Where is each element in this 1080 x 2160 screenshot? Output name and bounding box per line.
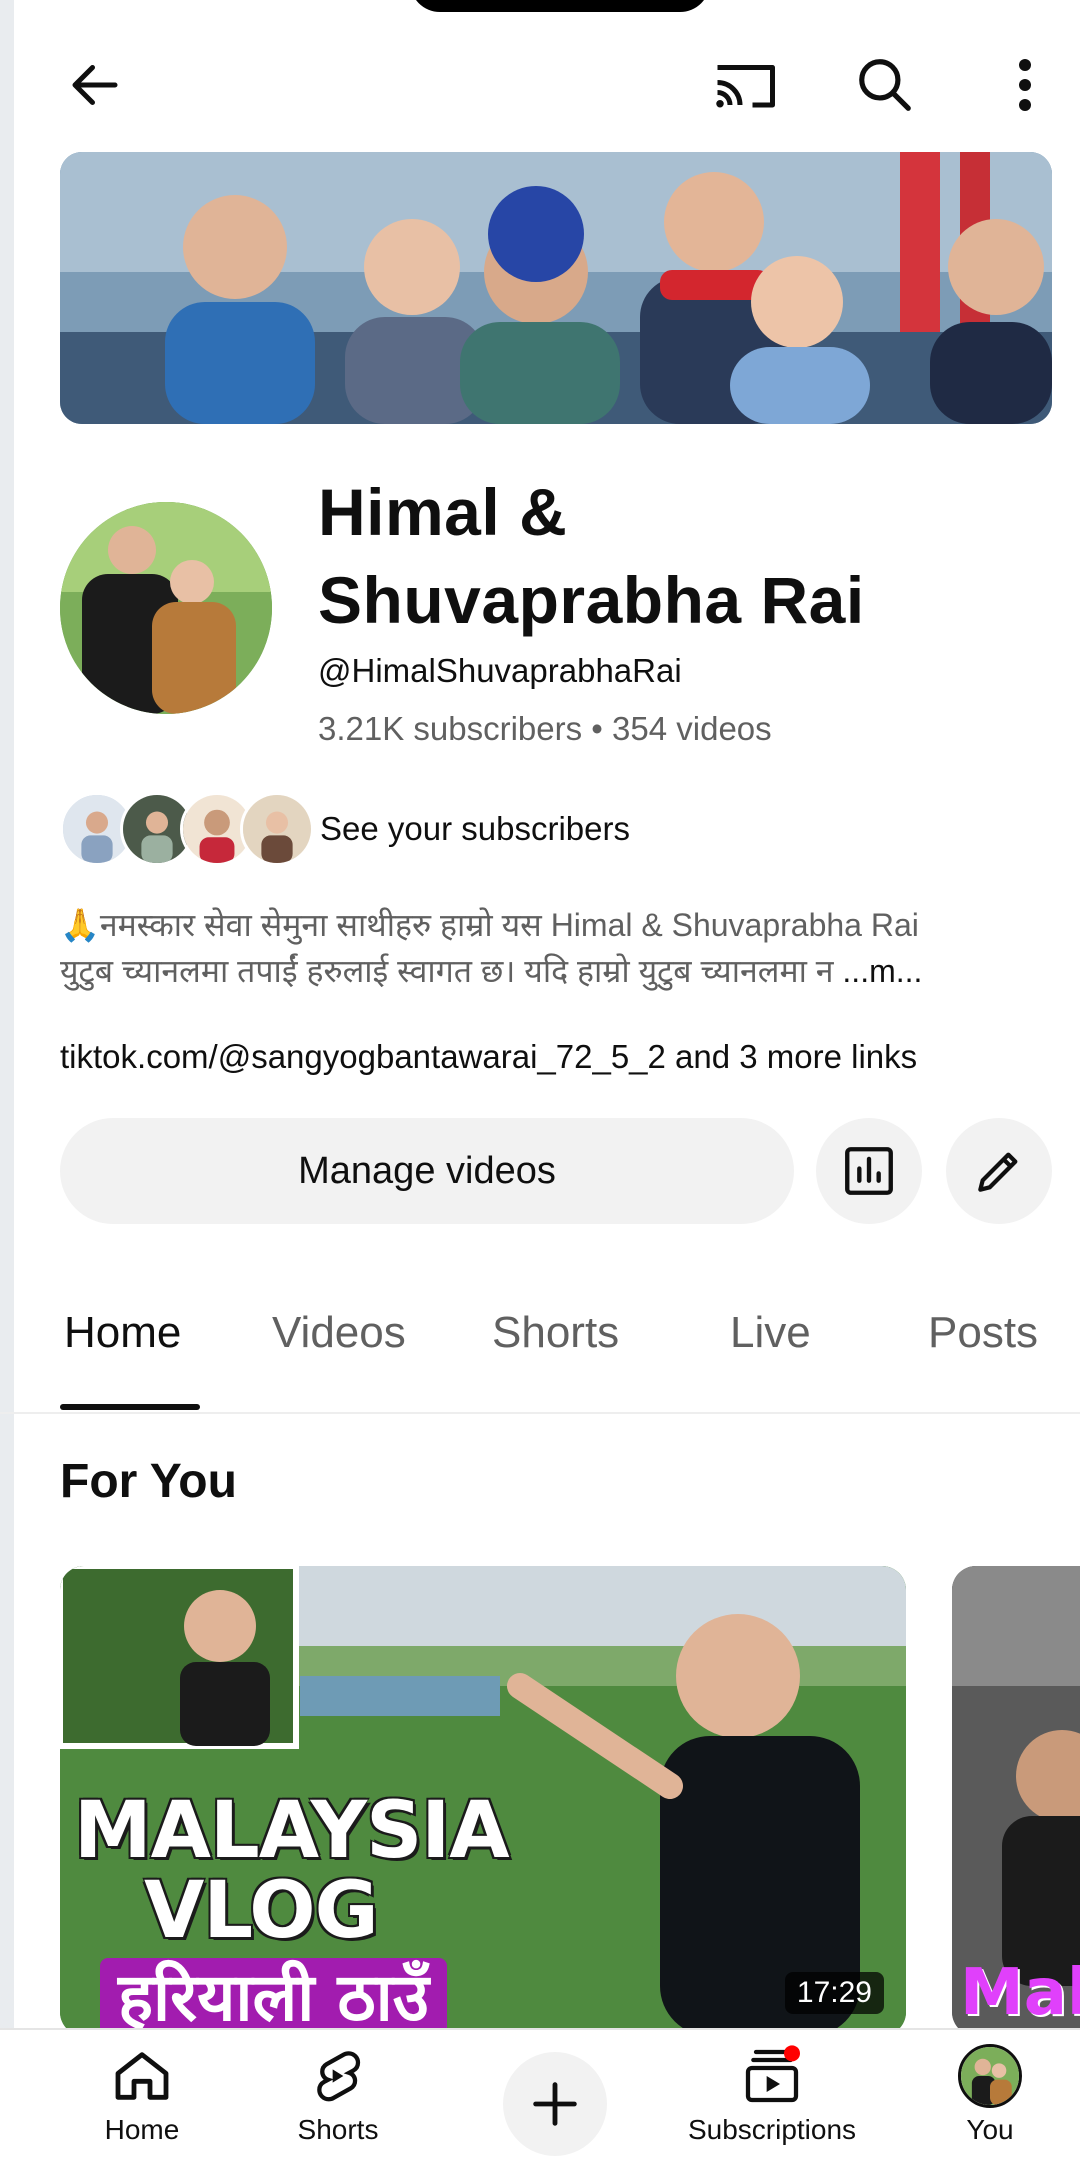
channel-links[interactable]: tiktok.com/@sangyogbantawarai_72_5_2 and… — [60, 1038, 917, 1076]
channel-name-line1: Himal & — [318, 475, 568, 549]
channel-name-line2: Shuvaprabha Rai — [318, 563, 865, 637]
cast-button[interactable] — [700, 40, 790, 130]
avatar-image — [60, 502, 272, 714]
video-duration: 17:29 — [784, 1972, 884, 2014]
see-subscribers-link[interactable]: See your subscribers — [320, 810, 630, 848]
thumbnail-text: VLOG — [144, 1866, 379, 1956]
manage-videos-button[interactable]: Manage videos — [60, 1118, 794, 1224]
channel-avatar[interactable] — [60, 502, 272, 714]
tabs-divider — [0, 1412, 1080, 1414]
camera-notch — [410, 0, 710, 12]
tab-posts[interactable]: Posts — [928, 1308, 1038, 1358]
subscriptions-icon — [745, 2045, 800, 2103]
tab-shorts[interactable]: Shorts — [492, 1308, 619, 1358]
description-line2-text: युटुब च्यानलमा तपाईं हरुलाई स्वागत छ। यद… — [60, 953, 834, 989]
nav-you[interactable]: You — [910, 2044, 1070, 2146]
channel-handle: @HimalShuvaprabhaRai — [318, 652, 682, 689]
pencil-icon — [978, 1152, 1018, 1192]
home-icon — [115, 2052, 169, 2100]
nav-home[interactable]: Home — [62, 2044, 222, 2146]
avatar — [958, 2044, 1022, 2108]
create-button[interactable] — [503, 2052, 607, 2156]
channel-banner[interactable] — [60, 152, 1052, 424]
video-card[interactable]: Mala — [952, 1566, 1080, 2036]
analytics-button[interactable] — [816, 1118, 922, 1224]
cast-icon — [716, 65, 775, 108]
screen-edge — [0, 0, 14, 2160]
edit-channel-button[interactable] — [946, 1118, 1052, 1224]
back-button[interactable] — [50, 40, 140, 130]
page: Himal & Shuvaprabha Rai @HimalShuvaprabh… — [0, 0, 1080, 2160]
tab-live[interactable]: Live — [730, 1308, 811, 1358]
section-title: For You — [60, 1455, 237, 1508]
channel-name: Himal & Shuvaprabha Rai — [318, 468, 1038, 644]
nav-label: Subscriptions — [687, 2114, 857, 2145]
more-vertical-icon — [1019, 59, 1031, 111]
thumbnail-text: Mala — [960, 1956, 1080, 2030]
nav-label: Shorts — [297, 2114, 379, 2145]
create-plus-icon — [533, 2082, 577, 2126]
stats-separator: • — [582, 710, 613, 747]
channel-tabs: Home Videos Shorts Live Posts — [0, 1298, 1080, 1418]
shorts-icon — [317, 2051, 361, 2102]
description-more[interactable]: ...m... — [834, 953, 922, 989]
nav-shorts[interactable]: Shorts — [258, 2044, 418, 2146]
video-count: 354 videos — [612, 710, 772, 747]
bottom-navigation: Home Shorts Subscriptions You — [0, 2028, 1080, 2160]
description-line: 🙏नमस्कार सेवा सेमुना साथीहरु हाम्रो यस H… — [60, 907, 919, 943]
subscriber-avatars[interactable] — [60, 792, 314, 868]
back-arrow-icon — [72, 65, 118, 105]
banner-image — [60, 152, 1052, 424]
channel-description[interactable]: 🙏नमस्कार सेवा सेमुना साथीहरु हाम्रो यस H… — [60, 902, 1040, 994]
search-button[interactable] — [840, 40, 930, 130]
subscriber-avatar — [240, 792, 314, 866]
nav-label: You — [966, 2114, 1014, 2145]
channel-stats: 3.21K subscribers • 354 videos — [318, 710, 772, 748]
top-bar — [0, 40, 1080, 130]
search-icon — [859, 59, 911, 111]
video-card[interactable]: MALAYSIA VLOG हरियाली ठाउँ 17:29 — [60, 1566, 906, 2036]
active-tab-indicator — [60, 1404, 200, 1410]
thumbnail-text: हरियाली ठाउँ — [100, 1958, 447, 2036]
thumbnail-text: MALAYSIA — [74, 1786, 510, 1876]
subscriber-count: 3.21K subscribers — [318, 710, 583, 747]
tab-videos[interactable]: Videos — [272, 1308, 406, 1358]
analytics-icon — [845, 1147, 893, 1195]
tab-home[interactable]: Home — [64, 1308, 181, 1358]
nav-subscriptions[interactable]: Subscriptions — [688, 2044, 856, 2146]
more-options-button[interactable] — [980, 40, 1070, 130]
nav-label: Home — [104, 2114, 180, 2145]
description-line: युटुब च्यानलमा तपाईं हरुलाई स्वागत छ। यद… — [60, 948, 1040, 994]
